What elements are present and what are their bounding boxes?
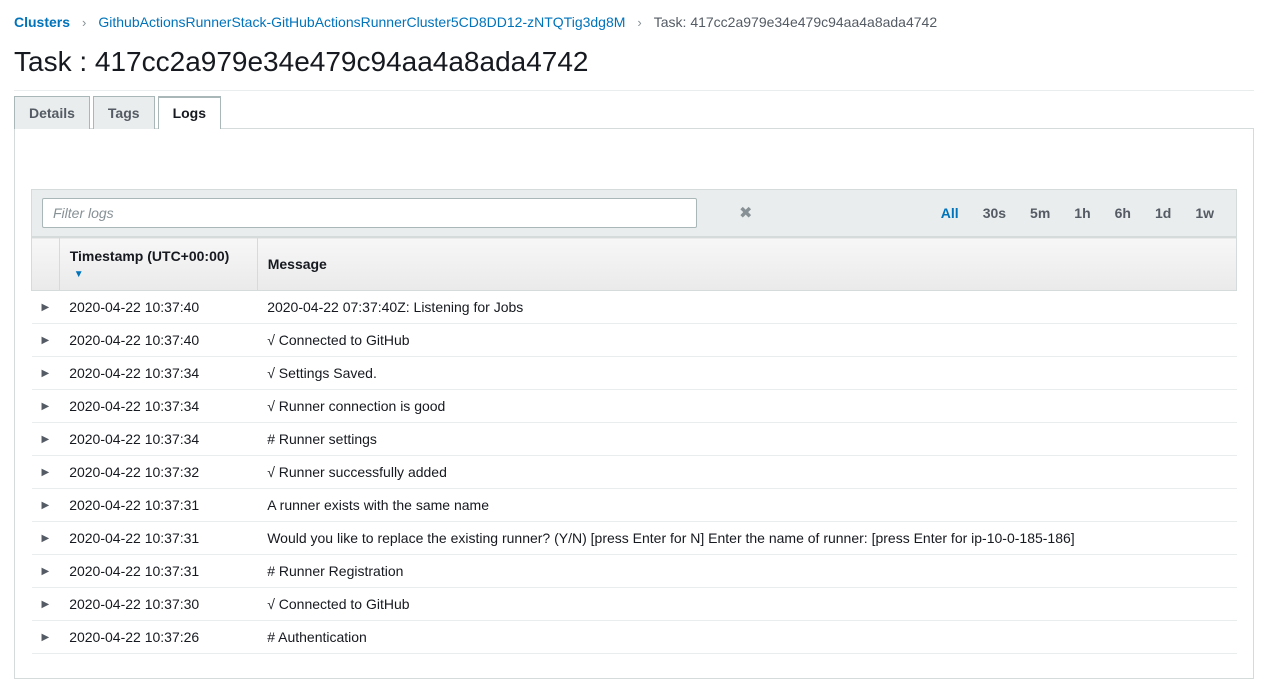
column-timestamp-label: Timestamp (UTC+00:00) (70, 248, 230, 264)
log-timestamp: 2020-04-22 10:37:31 (59, 489, 257, 522)
column-message[interactable]: Message (257, 238, 1236, 291)
tab-bar: Details Tags Logs (14, 95, 1254, 128)
table-row: ▶2020-04-22 10:37:26# Authentication (32, 621, 1237, 654)
expand-row-icon[interactable]: ▶ (32, 291, 60, 324)
expand-row-icon[interactable]: ▶ (32, 357, 60, 390)
log-timestamp: 2020-04-22 10:37:34 (59, 390, 257, 423)
log-timestamp: 2020-04-22 10:37:40 (59, 324, 257, 357)
log-message: √ Connected to GitHub (257, 588, 1236, 621)
table-row: ▶2020-04-22 10:37:34# Runner settings (32, 423, 1237, 456)
range-1h-button[interactable]: 1h (1062, 199, 1102, 227)
log-message: 2020-04-22 07:37:40Z: Listening for Jobs (257, 291, 1236, 324)
table-row: ▶2020-04-22 10:37:31A runner exists with… (32, 489, 1237, 522)
log-table: Timestamp (UTC+00:00) ▼ Message ▶2020-04… (31, 237, 1237, 654)
log-message: √ Runner successfully added (257, 456, 1236, 489)
range-all-button[interactable]: All (929, 199, 971, 227)
expand-row-icon[interactable]: ▶ (32, 324, 60, 357)
range-6h-button[interactable]: 6h (1103, 199, 1143, 227)
filter-bar: ✖ All 30s 5m 1h 6h 1d 1w (31, 189, 1237, 237)
log-timestamp: 2020-04-22 10:37:34 (59, 423, 257, 456)
breadcrumb: Clusters › GithubActionsRunnerStack-GitH… (14, 14, 1254, 30)
log-message: √ Runner connection is good (257, 390, 1236, 423)
log-message: Would you like to replace the existing r… (257, 522, 1236, 555)
log-timestamp: 2020-04-22 10:37:31 (59, 555, 257, 588)
log-timestamp: 2020-04-22 10:37:26 (59, 621, 257, 654)
expand-row-icon[interactable]: ▶ (32, 588, 60, 621)
table-row: ▶2020-04-22 10:37:40√ Connected to GitHu… (32, 324, 1237, 357)
expand-row-icon[interactable]: ▶ (32, 423, 60, 456)
log-message: √ Settings Saved. (257, 357, 1236, 390)
range-5m-button[interactable]: 5m (1018, 199, 1062, 227)
breadcrumb-clusters-link[interactable]: Clusters (14, 14, 70, 30)
table-row: ▶2020-04-22 10:37:34√ Settings Saved. (32, 357, 1237, 390)
time-range-buttons: All 30s 5m 1h 6h 1d 1w (929, 199, 1226, 227)
tab-content-logs: ✖ All 30s 5m 1h 6h 1d 1w Timestamp (UTC+… (14, 128, 1254, 679)
log-timestamp: 2020-04-22 10:37:40 (59, 291, 257, 324)
tab-tags[interactable]: Tags (93, 96, 155, 129)
caret-down-icon: ▼ (74, 269, 84, 280)
log-timestamp: 2020-04-22 10:37:30 (59, 588, 257, 621)
column-timestamp[interactable]: Timestamp (UTC+00:00) ▼ (59, 238, 257, 291)
table-row: ▶2020-04-22 10:37:31# Runner Registratio… (32, 555, 1237, 588)
log-timestamp: 2020-04-22 10:37:34 (59, 357, 257, 390)
expand-row-icon[interactable]: ▶ (32, 489, 60, 522)
expand-row-icon[interactable]: ▶ (32, 555, 60, 588)
filter-logs-input[interactable] (42, 198, 697, 228)
log-timestamp: 2020-04-22 10:37:31 (59, 522, 257, 555)
range-1d-button[interactable]: 1d (1143, 199, 1183, 227)
chevron-right-icon: › (637, 15, 641, 30)
log-message: A runner exists with the same name (257, 489, 1236, 522)
range-1w-button[interactable]: 1w (1183, 199, 1226, 227)
table-row: ▶2020-04-22 10:37:34√ Runner connection … (32, 390, 1237, 423)
tab-details[interactable]: Details (14, 96, 90, 129)
log-timestamp: 2020-04-22 10:37:32 (59, 456, 257, 489)
tab-logs[interactable]: Logs (158, 96, 221, 129)
expand-row-icon[interactable]: ▶ (32, 522, 60, 555)
log-message: # Runner settings (257, 423, 1236, 456)
chevron-right-icon: › (82, 15, 86, 30)
table-row: ▶2020-04-22 10:37:31Would you like to re… (32, 522, 1237, 555)
table-row: ▶2020-04-22 10:37:402020-04-22 07:37:40Z… (32, 291, 1237, 324)
log-message: # Runner Registration (257, 555, 1236, 588)
log-message: # Authentication (257, 621, 1236, 654)
column-message-label: Message (268, 256, 327, 272)
column-expand (32, 238, 60, 291)
expand-row-icon[interactable]: ▶ (32, 621, 60, 654)
log-message: √ Connected to GitHub (257, 324, 1236, 357)
page-title: Task : 417cc2a979e34e479c94aa4a8ada4742 (14, 38, 1254, 91)
expand-row-icon[interactable]: ▶ (32, 456, 60, 489)
range-30s-button[interactable]: 30s (971, 199, 1018, 227)
breadcrumb-cluster-link[interactable]: GithubActionsRunnerStack-GitHubActionsRu… (98, 14, 625, 30)
table-row: ▶2020-04-22 10:37:32√ Runner successfull… (32, 456, 1237, 489)
table-row: ▶2020-04-22 10:37:30√ Connected to GitHu… (32, 588, 1237, 621)
expand-row-icon[interactable]: ▶ (32, 390, 60, 423)
close-icon[interactable]: ✖ (733, 203, 758, 223)
breadcrumb-current: Task: 417cc2a979e34e479c94aa4a8ada4742 (654, 14, 937, 30)
